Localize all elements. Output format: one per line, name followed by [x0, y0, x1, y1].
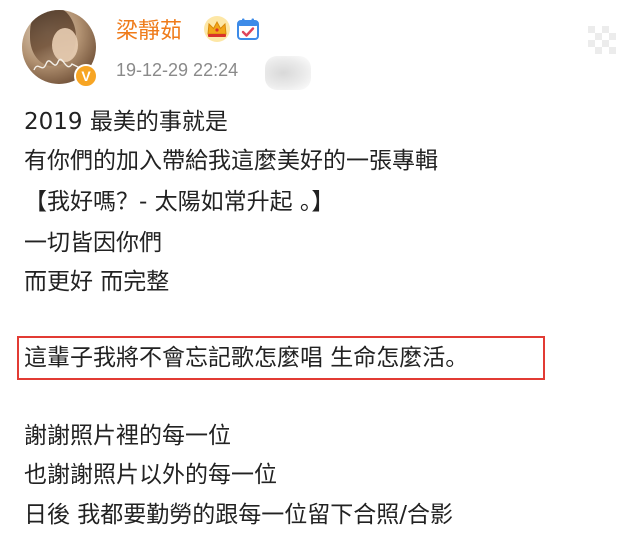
crown-icon[interactable] — [203, 15, 231, 43]
post-line: 謝謝照片裡的每一位 — [24, 423, 231, 449]
verified-badge: V — [74, 64, 98, 88]
post-line: 日後 我都要勤勞的跟每一位留下合照/合影 — [24, 502, 454, 528]
post-line: 而更好 而完整 — [24, 269, 170, 295]
post-line: 一切皆因你們 — [24, 230, 162, 256]
post-line: 有你們的加入帶給我這麼美好的一張專輯 — [24, 148, 438, 174]
calendar-check-icon[interactable] — [236, 17, 260, 41]
post-timestamp[interactable]: 19-12-29 22:24 — [116, 60, 238, 81]
post-line: 也謝謝照片以外的每一位 — [24, 462, 277, 488]
blurred-source — [265, 56, 311, 90]
highlight-box — [17, 336, 545, 380]
post-line: 2019 最美的事就是 — [24, 109, 228, 135]
privacy-mask — [588, 26, 616, 58]
post-line: 【我好嗎？- 太陽如常升起 。】 — [24, 189, 335, 215]
author-name[interactable]: 梁靜茹 — [116, 13, 182, 45]
